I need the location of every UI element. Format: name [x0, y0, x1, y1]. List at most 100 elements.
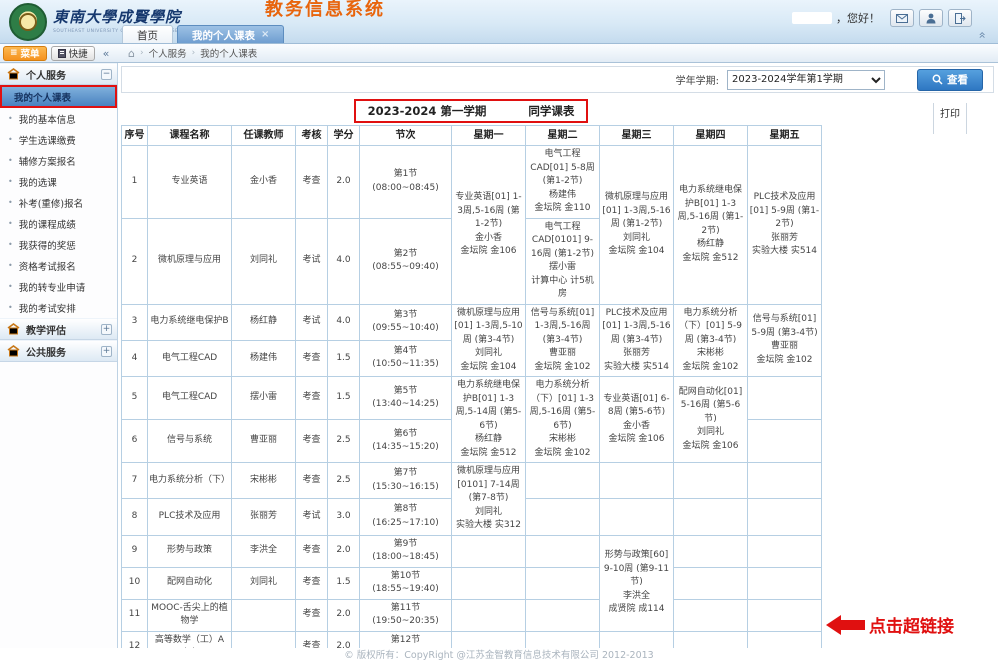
folder-icon [7, 323, 21, 335]
view-button-label: 查看 [947, 72, 968, 87]
user-name-redacted [792, 12, 832, 24]
schedule-cell [674, 463, 748, 499]
schedule-cell [748, 420, 822, 463]
period-cell: 第9节(18:00~18:45) [360, 535, 452, 567]
schedule-cell [674, 499, 748, 535]
sidebar-group[interactable]: 个人服务− [0, 63, 117, 85]
timetable: 序号课程名称任课教师考核学分节次星期一星期二星期三星期四星期五 1专业英语金小香… [121, 125, 822, 648]
course-name-cell: 电气工程CAD [148, 377, 232, 420]
schedule-cell [526, 631, 600, 648]
sidebar-item-label: 我的基本信息 [19, 112, 76, 126]
schedule-cell [748, 535, 822, 567]
tab-home[interactable]: 首页 [122, 25, 173, 43]
row-number-cell: 1 [122, 146, 148, 219]
period-cell: 第6节(14:35~15:20) [360, 420, 452, 463]
close-tab-icon[interactable]: × [261, 30, 269, 40]
schedule-cell: 配网自动化[01] 5-16周 (第5-6节)刘同礼金坛院 金106 [674, 377, 748, 463]
timetable-row: 11MOOC-舌尖上的植物学考查2.0第11节(19:50~20:35) [122, 599, 822, 631]
row-number-cell: 10 [122, 567, 148, 599]
bullet-icon: • [8, 177, 13, 186]
sidebar-item[interactable]: •资格考试报名 [0, 255, 117, 276]
schedule-cell: 专业英语[01] 1-3周,5-16周 (第1-2节)金小香金坛院 金106 [452, 146, 526, 305]
assessment-cell: 考查 [296, 599, 328, 631]
profile-button[interactable] [919, 9, 943, 27]
breadcrumb-item-personal-services[interactable]: 个人服务 [149, 46, 187, 60]
tab-my-timetable-label: 我的个人课表 [192, 28, 255, 43]
sidebar-item[interactable]: •补考(重修)报名 [0, 192, 117, 213]
schedule-cell [452, 535, 526, 567]
quick-icon [58, 49, 66, 58]
sidebar-item[interactable]: •我的转专业申请 [0, 276, 117, 297]
period-cell: 第12节(20:45~21:30) [360, 631, 452, 648]
schedule-cell [748, 567, 822, 599]
column-header: 星期五 [748, 126, 822, 146]
page: 東南大學成賢學院 SOUTHEAST UNIVERSITY CHENGXIAN … [0, 0, 998, 665]
bullet-icon: • [8, 135, 13, 144]
collapse-sidebar-icon[interactable]: « [103, 47, 110, 60]
timetable-title-row: 2023-2024 第一学期同学课表 打印 [121, 99, 821, 123]
sidebar-item[interactable]: • 我获得的奖惩 [0, 234, 117, 255]
period-cell: 第1节(08:00~08:45) [360, 146, 452, 219]
sidebar-group[interactable]: 教学评估+ [0, 318, 117, 340]
semester-label: 学年学期: [676, 72, 719, 87]
sidebar-item-label: 我获得的奖惩 [19, 238, 76, 252]
collapse-group-icon[interactable]: − [101, 69, 112, 80]
row-number-cell: 9 [122, 535, 148, 567]
teacher-cell: 摆小雷 [232, 377, 296, 420]
sidebar-item-label: 我的个人课表 [14, 90, 71, 104]
timetable-row: 9形势与政策李洪全考查2.0第9节(18:00~18:45)形势与政策[60] … [122, 535, 822, 567]
assessment-cell: 考试 [296, 218, 328, 304]
credit-cell: 2.5 [328, 420, 360, 463]
folder-icon [7, 345, 21, 357]
bullet-icon: • [8, 261, 13, 270]
credit-cell: 1.5 [328, 340, 360, 376]
bullet-icon: • [8, 240, 13, 249]
logout-button[interactable] [948, 9, 972, 27]
tab-my-timetable[interactable]: 我的个人课表 × [177, 25, 284, 43]
teacher-cell: 杨建伟 [232, 340, 296, 376]
schedule-cell: 电力系统继电保护B[01] 1-3周,5-16周 (第1-2节)杨红静金坛院 金… [674, 146, 748, 305]
sidebar-group-label: 个人服务 [26, 67, 101, 82]
teacher-cell: 刘同礼 [232, 567, 296, 599]
schedule-cell: 电力系统分析（下）[01] 5-9周 (第3-4节)宋彬彬金坛院 金102 [674, 304, 748, 377]
sidebar-item-label: 我的课程成绩 [19, 217, 76, 231]
sidebar-item[interactable]: •我的课程成绩 [0, 213, 117, 234]
course-name-cell: 高等数学（工）A（Ⅲ） [148, 631, 232, 648]
person-icon [926, 13, 936, 24]
mail-button[interactable] [890, 9, 914, 27]
expand-group-icon[interactable]: + [101, 324, 112, 335]
schedule-cell [600, 631, 674, 648]
sidebar-item[interactable]: •学生选课缴费 [0, 129, 117, 150]
schedule-cell: 电力系统分析（下）[01] 1-3周,5-16周 (第5-6节)宋彬彬金坛院 金… [526, 377, 600, 463]
course-name-cell: 电力系统分析（下） [148, 463, 232, 499]
sidebar-group[interactable]: 公共服务+ [0, 340, 117, 362]
credit-cell: 3.0 [328, 499, 360, 535]
sidebar-item[interactable]: 我的个人课表 [0, 85, 117, 108]
sidebar-item[interactable]: •辅修方案报名 [0, 150, 117, 171]
home-icon[interactable]: ⌂ [128, 47, 135, 60]
schedule-cell [748, 599, 822, 631]
view-button[interactable]: 查看 [917, 69, 983, 91]
breadcrumb: ⌂ › 个人服务 › 我的个人课表 [118, 46, 257, 60]
menu-button[interactable]: ≡菜单 [3, 46, 47, 61]
quick-button[interactable]: 快捷 [51, 46, 95, 61]
credit-cell: 2.0 [328, 631, 360, 648]
expand-group-icon[interactable]: + [101, 346, 112, 357]
bullet-icon: • [8, 198, 13, 207]
period-cell: 第2节(08:55~09:40) [360, 218, 452, 304]
sidebar-item[interactable]: •我的考试安排 [0, 297, 117, 318]
period-cell: 第4节(10:50~11:35) [360, 340, 452, 376]
column-header: 课程名称 [148, 126, 232, 146]
collapse-header-icon[interactable]: « [975, 31, 989, 38]
semester-select[interactable]: 2023-2024学年第1学期 [727, 70, 885, 90]
row-number-cell: 5 [122, 377, 148, 420]
schedule-cell: 信号与系统[01] 5-9周 (第3-4节)曹亚丽金坛院 金102 [748, 304, 822, 377]
menu-button-label: 菜单 [21, 46, 40, 60]
print-link[interactable]: 打印 [933, 103, 967, 134]
user-area: ，您好！ [792, 9, 972, 27]
schedule-cell: 形势与政策[60] 9-10周 (第9-11节)李洪全成贤院 成114 [600, 535, 674, 631]
assessment-cell: 考查 [296, 631, 328, 648]
schedule-cell [526, 499, 600, 535]
sidebar-item[interactable]: •我的基本信息 [0, 108, 117, 129]
sidebar-item[interactable]: •我的选课 [0, 171, 117, 192]
